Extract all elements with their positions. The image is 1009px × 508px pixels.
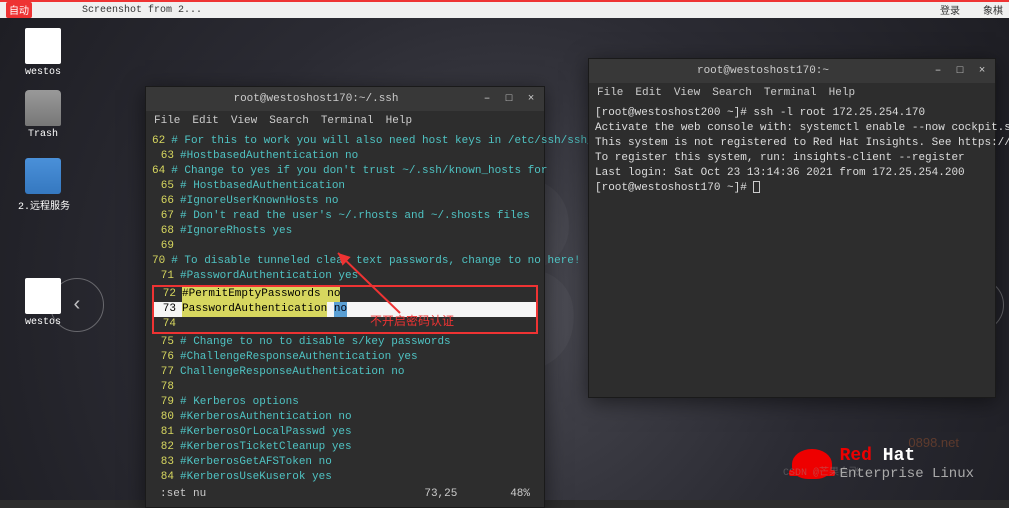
code-line: 76#ChallengeResponseAuthentication yes xyxy=(152,350,538,365)
highlighted-region: 72#PermitEmptyPasswords no 73PasswordAut… xyxy=(152,285,538,334)
maximize-button[interactable]: □ xyxy=(953,65,967,77)
tab-filename[interactable]: Screenshot from 2... xyxy=(82,5,202,16)
code-line: 67# Don't read the user's ~/.rhosts and … xyxy=(152,209,538,224)
menu-terminal[interactable]: Terminal xyxy=(321,115,374,127)
terminal-window-ssh[interactable]: root@westoshost170:~ – □ × File Edit Vie… xyxy=(588,58,996,398)
minimize-button[interactable]: – xyxy=(931,65,945,77)
chess-link[interactable]: 象棋 xyxy=(983,2,1003,18)
code-line: 68#IgnoreRhosts yes xyxy=(152,224,538,239)
menu-terminal[interactable]: Terminal xyxy=(764,87,817,99)
titlebar[interactable]: root@westoshost170:~/.ssh – □ × xyxy=(146,87,544,111)
menu-search[interactable]: Search xyxy=(269,115,309,127)
annotation-text: 不开启密码认证 xyxy=(370,312,454,329)
terminal-body[interactable]: [root@westoshost200 ~]# ssh -l root 172.… xyxy=(589,103,995,199)
watermark-csdn: CSDN @芒果会飞 xyxy=(783,463,859,479)
window-title: root@westoshost170:~/.ssh xyxy=(152,93,480,105)
desktop-icon-file[interactable]: westos xyxy=(18,28,68,78)
menubar: File Edit View Search Terminal Help xyxy=(146,111,544,131)
menu-help[interactable]: Help xyxy=(829,87,855,99)
tab-badge[interactable]: 自动 xyxy=(6,2,32,18)
code-line: 82#KerberosTicketCleanup yes xyxy=(152,440,538,455)
code-line: 66#IgnoreUserKnownHosts no xyxy=(152,194,538,209)
close-button[interactable]: × xyxy=(524,93,538,105)
login-link[interactable]: 登录 xyxy=(940,2,960,18)
vim-status-line: :set nu 73,25 48% xyxy=(152,485,538,504)
terminal-line: Last login: Sat Oct 23 13:14:36 2021 fro… xyxy=(595,166,989,181)
code-line: 70# To disable tunneled clear text passw… xyxy=(152,254,538,269)
code-line: 80#KerberosAuthentication no xyxy=(152,410,538,425)
code-line: 63#HostbasedAuthentication no xyxy=(152,149,538,164)
code-line: 79# Kerberos options xyxy=(152,395,538,410)
desktop-icon-trash[interactable]: Trash xyxy=(18,90,68,140)
code-line: 65# HostbasedAuthentication xyxy=(152,179,538,194)
menu-file[interactable]: File xyxy=(597,87,623,99)
code-line: 83#KerberosGetAFSToken no xyxy=(152,455,538,470)
menu-view[interactable]: View xyxy=(231,115,257,127)
menu-edit[interactable]: Edit xyxy=(635,87,661,99)
code-line: 78 xyxy=(152,380,538,395)
menu-help[interactable]: Help xyxy=(386,115,412,127)
code-line: 84#KerberosUseKuserok yes xyxy=(152,470,538,485)
terminal-line: To register this system, run: insights-c… xyxy=(595,151,989,166)
line-73-passwordauth: 73PasswordAuthentication no xyxy=(154,302,536,317)
line-72: #PermitEmptyPasswords no xyxy=(182,287,340,302)
nav-prev[interactable]: ‹ xyxy=(50,278,104,332)
menu-file[interactable]: File xyxy=(154,115,180,127)
titlebar[interactable]: root@westoshost170:~ – □ × xyxy=(589,59,995,83)
minimize-button[interactable]: – xyxy=(480,93,494,105)
code-line: 71#PasswordAuthentication yes xyxy=(152,269,538,284)
code-line: 77ChallengeResponseAuthentication no xyxy=(152,365,538,380)
terminal-line: This system is not registered to Red Hat… xyxy=(595,136,989,151)
maximize-button[interactable]: □ xyxy=(502,93,516,105)
menu-view[interactable]: View xyxy=(674,87,700,99)
editor-body[interactable]: 62# For this to work you will also need … xyxy=(146,131,544,507)
menubar: File Edit View Search Terminal Help xyxy=(589,83,995,103)
code-line: 62# For this to work you will also need … xyxy=(152,134,538,149)
code-line: 64# Change to yes if you don't trust ~/.… xyxy=(152,164,538,179)
terminal-window-editor[interactable]: root@westoshost170:~/.ssh – □ × File Edi… xyxy=(145,86,545,508)
menu-search[interactable]: Search xyxy=(712,87,752,99)
browser-top-bar: 自动 Screenshot from 2... 登录 象棋 xyxy=(0,0,1009,18)
terminal-line: [root@westoshost170 ~]# xyxy=(595,181,989,196)
window-title: root@westoshost170:~ xyxy=(595,65,931,77)
close-button[interactable]: × xyxy=(975,65,989,77)
code-line: 75# Change to no to disable s/key passwo… xyxy=(152,335,538,350)
watermark: 0898.net xyxy=(908,435,959,450)
terminal-line: Activate the web console with: systemctl… xyxy=(595,121,989,136)
desktop: 8 westos Trash 2.远程服务 westos ‹ › root@we… xyxy=(0,18,1009,500)
desktop-icon-folder[interactable]: 2.远程服务 xyxy=(18,158,68,213)
terminal-line: [root@westoshost200 ~]# ssh -l root 172.… xyxy=(595,106,989,121)
menu-edit[interactable]: Edit xyxy=(192,115,218,127)
code-line: 81#KerberosOrLocalPasswd yes xyxy=(152,425,538,440)
code-line: 69 xyxy=(152,239,538,254)
